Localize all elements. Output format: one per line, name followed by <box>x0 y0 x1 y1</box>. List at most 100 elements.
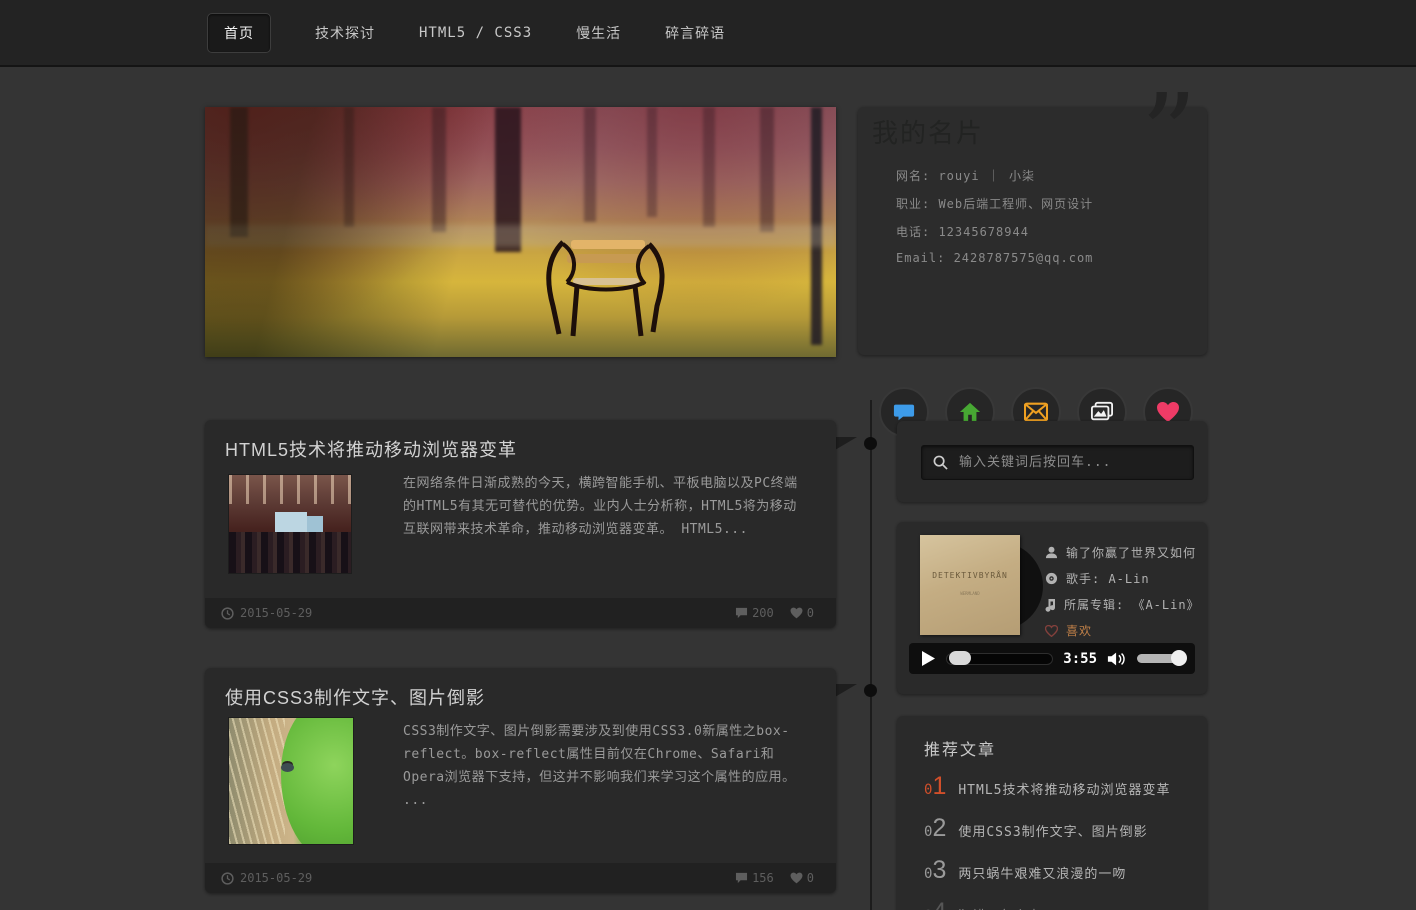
article-footer: 2015-05-29 200 0 <box>205 598 836 628</box>
rank-digit: 1 <box>932 772 946 800</box>
search-card <box>897 421 1207 502</box>
heart-icon <box>790 872 803 884</box>
comment-count-text: 200 <box>752 606 774 620</box>
bench-silhouette <box>533 232 683 342</box>
recommended-item[interactable]: 01 HTML5技术将推动移动浏览器变革 <box>924 772 1191 801</box>
volume-slider[interactable] <box>1137 654 1183 663</box>
like-song-button[interactable]: 喜欢 <box>1045 622 1200 639</box>
comment-count-text: 156 <box>752 871 774 885</box>
recommended-item-label: 犯错了怎么办? <box>958 905 1051 910</box>
timeline-dot <box>864 684 877 697</box>
like-song-label: 喜欢 <box>1066 622 1092 639</box>
rank-number: 03 <box>924 856 946 885</box>
top-navbar: 首页 技术探讨 HTML5 / CSS3 慢生活 碎言碎语 <box>0 0 1416 67</box>
article-thumbnail[interactable] <box>229 475 351 573</box>
recommended-item[interactable]: 03 两只蜗牛艰难又浪漫的一吻 <box>924 856 1191 885</box>
home-icon <box>959 401 981 423</box>
hero-banner-image <box>205 107 836 357</box>
recommended-item[interactable]: 04 犯错了怎么办? <box>924 898 1191 910</box>
quote-icon: ” <box>1141 79 1197 189</box>
chat-icon <box>893 401 915 423</box>
like-heart-icon <box>1045 625 1058 637</box>
recommended-title: 推荐文章 <box>924 736 996 760</box>
music-note-icon <box>1045 598 1056 612</box>
album-cover-subtitle: WERMLAND <box>920 591 1020 596</box>
article-card: 使用CSS3制作文字、图片倒影 CSS3制作文字、图片倒影需要涉及到使用CSS3… <box>205 668 836 893</box>
article-excerpt: CSS3制作文字、图片倒影需要涉及到使用CSS3.0新属性之box-reflec… <box>403 720 810 812</box>
clock-icon <box>221 607 234 620</box>
article-date: 2015-05-29 <box>221 606 312 620</box>
recommended-item-label: HTML5技术将推动移动浏览器变革 <box>958 779 1170 798</box>
artist-row: 歌手: A-Lin <box>1045 570 1200 587</box>
profile-email: Email: 2428787575@qq.com <box>896 251 1093 265</box>
volume-icon[interactable] <box>1107 651 1127 667</box>
article-stats: 200 0 <box>735 606 814 620</box>
nav-item-slowlife[interactable]: 慢生活 <box>576 23 621 43</box>
like-count-text: 0 <box>807 871 814 885</box>
recommended-card: 推荐文章 01 HTML5技术将推动移动浏览器变革 02 使用CSS3制作文字、… <box>897 716 1207 910</box>
article-date-text: 2015-05-29 <box>240 606 312 620</box>
portrait-hair <box>229 718 285 844</box>
artist-text: 歌手: A-Lin <box>1066 570 1150 587</box>
player-controls: 3:55 <box>909 643 1195 674</box>
article-title-link[interactable]: HTML5技术将推动移动浏览器变革 <box>225 436 517 462</box>
comment-count: 200 <box>735 606 774 620</box>
card-arrow <box>835 684 857 697</box>
mail-icon <box>1024 402 1048 422</box>
article-card: HTML5技术将推动移动浏览器变革 在网络条件日渐成熟的今天，横跨智能手机、平板… <box>205 420 836 628</box>
rank-digit: 4 <box>932 898 946 910</box>
comment-icon <box>735 872 748 884</box>
album-text: 所属专辑: 《A-Lin》 <box>1064 596 1200 613</box>
article-date: 2015-05-29 <box>221 871 312 885</box>
rank-digit: 3 <box>932 856 946 884</box>
timeline-dot <box>864 437 877 450</box>
rank-number: 04 <box>924 898 946 910</box>
article-title-link[interactable]: 使用CSS3制作文字、图片倒影 <box>225 684 485 710</box>
nav-item-tech[interactable]: 技术探讨 <box>315 23 375 43</box>
comment-count: 156 <box>735 871 774 885</box>
album-cover[interactable]: DETEKTIVBYRÅN WERMLAND <box>920 535 1020 635</box>
heart-icon <box>1156 401 1180 423</box>
article-date-text: 2015-05-29 <box>240 871 312 885</box>
nav-item-fragments[interactable]: 碎言碎语 <box>665 23 725 43</box>
search-icon <box>933 455 948 470</box>
progress-knob[interactable] <box>949 651 971 665</box>
like-count: 0 <box>790 871 814 885</box>
user-icon <box>1045 546 1058 559</box>
recommended-item[interactable]: 02 使用CSS3制作文字、图片倒影 <box>924 814 1191 843</box>
play-icon[interactable] <box>921 650 936 667</box>
rank-digit: 2 <box>932 814 946 842</box>
profile-job: 职业: Web后端工程师、网页设计 <box>896 195 1093 212</box>
article-excerpt: 在网络条件日渐成熟的今天，横跨智能手机、平板电脑以及PC终端的HTML5有其无可… <box>403 472 810 541</box>
comment-icon <box>735 607 748 619</box>
recommended-item-label: 两只蜗牛艰难又浪漫的一吻 <box>958 863 1126 882</box>
volume-knob[interactable] <box>1171 650 1187 666</box>
rank-number: 01 <box>924 772 946 801</box>
photos-icon <box>1090 401 1114 423</box>
rank-number: 02 <box>924 814 946 843</box>
conference-screen <box>275 512 307 534</box>
search-box <box>921 445 1194 480</box>
nav-item-html5-css3[interactable]: HTML5 / CSS3 <box>419 25 532 41</box>
track-title: 输了你赢了世界又如何 <box>1066 544 1196 561</box>
profile-nickname: 网名: rouyi ｜ 小柒 <box>896 167 1035 184</box>
album-row: 所属专辑: 《A-Lin》 <box>1045 596 1200 613</box>
progress-bar[interactable] <box>946 653 1053 665</box>
heart-icon <box>790 607 803 619</box>
page: 首页 技术探讨 HTML5 / CSS3 慢生活 碎言碎语 <box>0 0 1416 910</box>
article-thumbnail[interactable] <box>229 718 353 844</box>
recommended-item-label: 使用CSS3制作文字、图片倒影 <box>958 821 1147 840</box>
hero-shadow <box>205 107 836 357</box>
duration-text: 3:55 <box>1063 651 1097 667</box>
profile-card: 我的名片 ” 网名: rouyi ｜ 小柒 职业: Web后端工程师、网页设计 … <box>858 107 1207 355</box>
search-input[interactable] <box>957 454 1171 471</box>
nav-item-home[interactable]: 首页 <box>207 13 271 53</box>
clock-icon <box>221 872 234 885</box>
music-player-card: DETEKTIVBYRÅN WERMLAND 输了你赢了世界又如何 歌手: A-… <box>897 522 1207 694</box>
profile-card-title: 我的名片 <box>872 113 984 150</box>
album-cover-title: DETEKTIVBYRÅN <box>920 571 1020 580</box>
main-nav: 首页 技术探讨 HTML5 / CSS3 慢生活 碎言碎语 <box>207 13 725 53</box>
article-stats: 156 0 <box>735 871 814 885</box>
card-arrow <box>835 437 857 450</box>
recommended-list: 01 HTML5技术将推动移动浏览器变革 02 使用CSS3制作文字、图片倒影 … <box>924 772 1191 910</box>
